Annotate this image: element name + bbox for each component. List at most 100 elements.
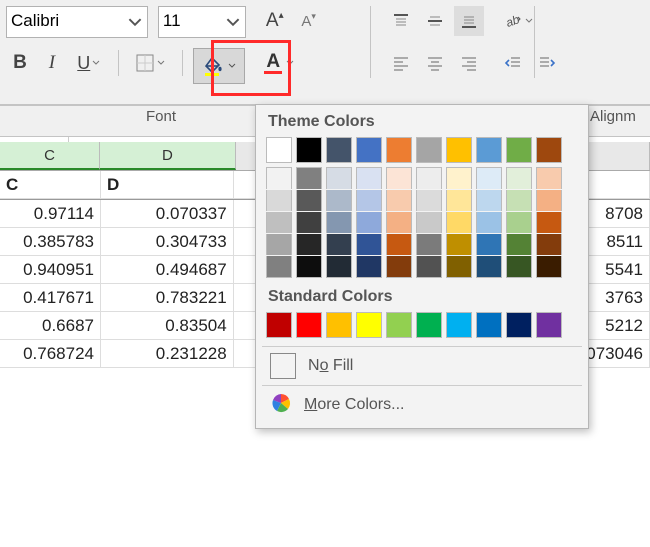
color-swatch[interactable] — [326, 312, 352, 338]
color-swatch[interactable] — [446, 212, 472, 233]
color-swatch[interactable] — [476, 167, 502, 189]
no-fill-item[interactable]: No Fill — [266, 349, 578, 383]
color-swatch[interactable] — [266, 212, 292, 233]
color-swatch[interactable] — [326, 212, 352, 233]
color-swatch[interactable] — [266, 256, 292, 278]
color-swatch[interactable] — [416, 312, 442, 338]
more-colors-item[interactable]: More Colors... — [266, 388, 578, 422]
color-swatch[interactable] — [386, 256, 412, 278]
color-swatch[interactable] — [326, 256, 352, 278]
cell[interactable]: 0.6687 — [0, 312, 101, 340]
decrease-font-button[interactable]: A▾ — [294, 6, 324, 36]
color-swatch[interactable] — [446, 256, 472, 278]
color-swatch[interactable] — [476, 212, 502, 233]
color-swatch[interactable] — [296, 137, 322, 163]
color-swatch[interactable] — [296, 167, 322, 189]
cell[interactable]: 0.768724 — [0, 340, 101, 368]
color-swatch[interactable] — [296, 212, 322, 233]
color-swatch[interactable] — [506, 190, 532, 211]
font-color-button[interactable]: A — [255, 48, 303, 78]
color-swatch[interactable] — [536, 234, 562, 255]
color-swatch[interactable] — [386, 312, 412, 338]
color-swatch[interactable] — [476, 312, 502, 338]
color-swatch[interactable] — [536, 212, 562, 233]
color-swatch[interactable] — [416, 256, 442, 278]
color-swatch[interactable] — [536, 190, 562, 211]
color-swatch[interactable] — [416, 234, 442, 255]
align-middle-button[interactable] — [420, 6, 450, 36]
font-size-combo[interactable] — [158, 6, 246, 38]
color-swatch[interactable] — [506, 137, 532, 163]
cell[interactable]: 0.494687 — [101, 256, 234, 284]
color-swatch[interactable] — [446, 234, 472, 255]
color-swatch[interactable] — [506, 256, 532, 278]
column-header[interactable]: C — [0, 142, 100, 170]
color-swatch[interactable] — [416, 167, 442, 189]
borders-button[interactable] — [129, 48, 173, 78]
cell[interactable]: 0.83504 — [101, 312, 234, 340]
color-swatch[interactable] — [506, 212, 532, 233]
color-swatch[interactable] — [356, 137, 382, 163]
cell[interactable]: 0.385783 — [0, 228, 101, 256]
italic-button[interactable]: I — [38, 48, 66, 78]
align-right-button[interactable] — [454, 48, 484, 78]
font-name-combo[interactable] — [6, 6, 148, 38]
color-swatch[interactable] — [266, 190, 292, 211]
cell[interactable]: D — [101, 171, 234, 199]
color-swatch[interactable] — [476, 256, 502, 278]
align-top-button[interactable] — [386, 6, 416, 36]
color-swatch[interactable] — [446, 312, 472, 338]
color-swatch[interactable] — [356, 312, 382, 338]
align-center-button[interactable] — [420, 48, 450, 78]
color-swatch[interactable] — [476, 137, 502, 163]
color-swatch[interactable] — [326, 234, 352, 255]
column-header[interactable]: D — [100, 142, 236, 170]
fill-color-button[interactable] — [193, 48, 245, 84]
font-name-input[interactable] — [7, 7, 129, 35]
color-swatch[interactable] — [296, 256, 322, 278]
color-swatch[interactable] — [266, 312, 292, 338]
color-swatch[interactable] — [536, 167, 562, 189]
color-swatch[interactable] — [296, 234, 322, 255]
color-swatch[interactable] — [536, 256, 562, 278]
color-swatch[interactable] — [266, 234, 292, 255]
color-swatch[interactable] — [356, 190, 382, 211]
chevron-down-icon[interactable] — [123, 7, 147, 37]
align-left-button[interactable] — [386, 48, 416, 78]
cell[interactable]: 0.231228 — [101, 340, 234, 368]
color-swatch[interactable] — [506, 167, 532, 189]
color-swatch[interactable] — [476, 190, 502, 211]
color-swatch[interactable] — [266, 137, 292, 163]
color-swatch[interactable] — [356, 234, 382, 255]
color-swatch[interactable] — [446, 167, 472, 189]
color-swatch[interactable] — [356, 256, 382, 278]
color-swatch[interactable] — [446, 137, 472, 163]
cell[interactable]: 0.304733 — [101, 228, 234, 256]
cell[interactable]: 0.940951 — [0, 256, 101, 284]
color-swatch[interactable] — [356, 212, 382, 233]
color-swatch[interactable] — [386, 212, 412, 233]
color-swatch[interactable] — [506, 234, 532, 255]
color-swatch[interactable] — [326, 190, 352, 211]
color-swatch[interactable] — [296, 190, 322, 211]
chevron-down-icon[interactable] — [221, 7, 245, 37]
color-swatch[interactable] — [416, 137, 442, 163]
color-swatch[interactable] — [416, 190, 442, 211]
color-swatch[interactable] — [386, 190, 412, 211]
color-swatch[interactable] — [386, 137, 412, 163]
underline-button[interactable]: U — [70, 48, 108, 78]
align-bottom-button[interactable] — [454, 6, 484, 36]
cell[interactable]: C — [0, 171, 101, 199]
cell[interactable]: 0.070337 — [101, 200, 234, 228]
color-swatch[interactable] — [356, 167, 382, 189]
cell[interactable]: 0.417671 — [0, 284, 101, 312]
color-swatch[interactable] — [506, 312, 532, 338]
color-swatch[interactable] — [536, 137, 562, 163]
cell[interactable]: 0.97114 — [0, 200, 101, 228]
color-swatch[interactable] — [536, 312, 562, 338]
color-swatch[interactable] — [326, 167, 352, 189]
bold-button[interactable]: B — [6, 48, 34, 78]
color-swatch[interactable] — [386, 234, 412, 255]
color-swatch[interactable] — [446, 190, 472, 211]
orientation-button[interactable]: ab — [498, 6, 538, 36]
